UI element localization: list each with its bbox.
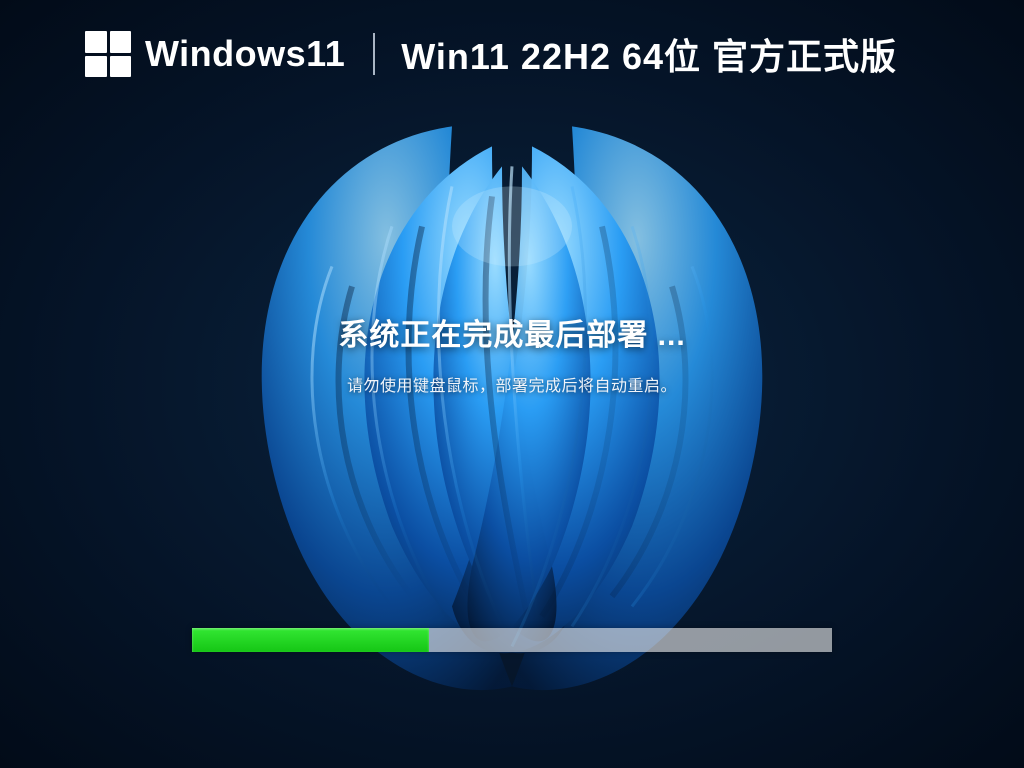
status-block: 系统正在完成最后部署 ... 请勿使用键盘鼠标，部署完成后将自动重启。 bbox=[0, 310, 1024, 396]
header-divider bbox=[373, 33, 375, 75]
logo-group: Windows11 bbox=[85, 31, 345, 77]
header: Windows11 Win11 22H2 64位 官方正式版 bbox=[85, 28, 964, 80]
windows-bloom-background bbox=[202, 86, 822, 706]
version-title-label: Win11 22H2 64位 官方正式版 bbox=[401, 28, 897, 80]
status-main-text: 系统正在完成最后部署 ... bbox=[0, 310, 1024, 354]
status-sub-text: 请勿使用键盘鼠标，部署完成后将自动重启。 bbox=[0, 372, 1024, 396]
windows-logo-icon bbox=[85, 31, 131, 77]
progress-bar bbox=[192, 628, 832, 652]
os-name-label: Windows11 bbox=[145, 33, 345, 75]
progress-fill bbox=[192, 628, 429, 652]
